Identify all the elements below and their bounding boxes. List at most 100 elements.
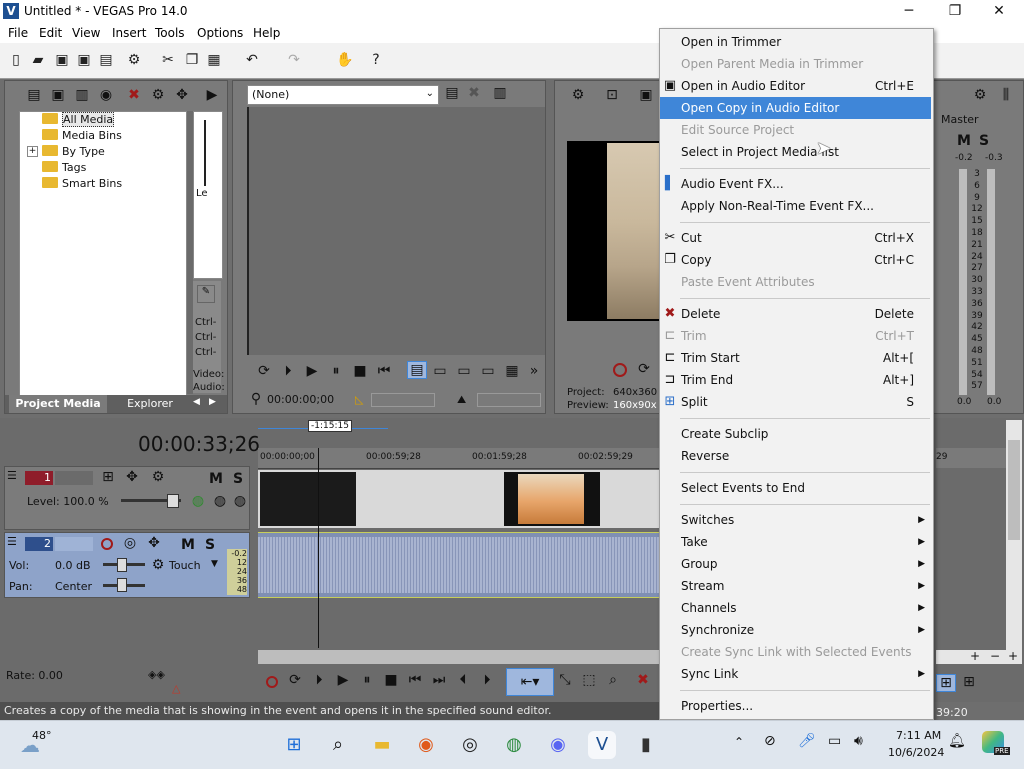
loop-icon[interactable]: ⟳ bbox=[255, 363, 273, 379]
clock-date[interactable]: 10/6/2024 bbox=[888, 746, 944, 759]
next-frame-icon[interactable]: ⏵ bbox=[478, 672, 496, 688]
menu-take[interactable]: Take ▶ bbox=[660, 531, 931, 553]
tree-by-type[interactable]: By Type bbox=[42, 144, 105, 159]
search-icon[interactable]: ⌕ bbox=[324, 731, 352, 759]
menu-reverse[interactable]: Reverse bbox=[660, 445, 931, 467]
trimmer-edit-icon[interactable]: ▤ bbox=[443, 85, 461, 101]
menu-group[interactable]: Group ▶ bbox=[660, 553, 931, 575]
save-icon[interactable]: ▣ bbox=[54, 52, 70, 68]
menu-open-audio-editor[interactable]: ▣ Open in Audio Editor Ctrl+E bbox=[660, 75, 931, 97]
zoom-tool-icon[interactable]: ⌕ bbox=[604, 672, 622, 688]
menu-split[interactable]: ⊞ Split S bbox=[660, 391, 931, 413]
play-icon[interactable]: ▶ bbox=[203, 87, 221, 103]
close-button[interactable]: ✕ bbox=[976, 0, 1022, 24]
tree-media-bins[interactable]: Media Bins bbox=[42, 128, 122, 143]
play-from-start-icon[interactable]: ⏵ bbox=[279, 363, 297, 379]
render-icon[interactable]: ▤ bbox=[98, 52, 114, 68]
expand-icon[interactable]: + bbox=[27, 146, 38, 157]
undo-icon[interactable]: ↶ bbox=[244, 52, 260, 68]
timeline-vertical-scrollbar[interactable] bbox=[1006, 420, 1022, 652]
vegas-taskbar-icon[interactable]: V bbox=[588, 731, 616, 759]
media-fx-icon[interactable]: ⚙ bbox=[149, 87, 167, 103]
trim-tool-icon[interactable]: ▦ bbox=[503, 363, 521, 379]
tab-scroll-left-icon[interactable]: ◀ bbox=[193, 397, 200, 407]
record-button[interactable] bbox=[266, 676, 278, 688]
discord-icon[interactable]: ◉ bbox=[544, 731, 572, 759]
arm-record-icon[interactable] bbox=[101, 538, 113, 550]
globe-icon[interactable]: ◉ bbox=[97, 87, 115, 103]
preview-settings-icon[interactable]: ⚙ bbox=[569, 87, 587, 103]
menu-create-subclip[interactable]: Create Subclip bbox=[660, 423, 931, 445]
track-2-solo[interactable]: S bbox=[205, 537, 215, 553]
menu-stream[interactable]: Stream ▶ bbox=[660, 575, 931, 597]
delete-icon[interactable]: ✖ bbox=[634, 672, 652, 688]
compositing-icon[interactable]: ◍ bbox=[189, 493, 207, 509]
menu-sync-link[interactable]: Sync Link ▶ bbox=[660, 663, 931, 685]
notification-bell-icon[interactable]: 🔔︎ bbox=[948, 733, 966, 749]
menu-apply-non-realtime-fx[interactable]: Apply Non-Real-Time Event FX... bbox=[660, 195, 931, 217]
more-icon[interactable]: » bbox=[525, 363, 543, 379]
overwrite-icon[interactable]: ▭ bbox=[455, 363, 473, 379]
app-taskbar-icon[interactable]: ▮ bbox=[632, 731, 660, 759]
track-fx-icon[interactable]: ⚙ bbox=[149, 469, 167, 485]
rate-slider-icon[interactable]: ◈◈ bbox=[148, 668, 165, 681]
menu-edit[interactable]: Edit bbox=[39, 26, 62, 40]
open-folder-icon[interactable]: ▰ bbox=[30, 52, 46, 68]
menu-channels[interactable]: Channels ▶ bbox=[660, 597, 931, 619]
selection-tool-icon[interactable]: ⬚ bbox=[580, 672, 598, 688]
automation-icon[interactable]: ⚙ bbox=[149, 557, 167, 573]
track-2-name[interactable] bbox=[55, 537, 93, 551]
master-settings-icon[interactable]: ⚙ bbox=[971, 87, 989, 103]
video-event-1[interactable] bbox=[260, 472, 356, 526]
volume-icon[interactable]: 🔊︎ bbox=[854, 733, 863, 749]
tray-expand-icon[interactable]: ⌃ bbox=[734, 735, 744, 749]
previous-frame-icon[interactable]: ⏴ bbox=[454, 672, 472, 688]
add-to-timeline-icon[interactable]: ▤ bbox=[407, 361, 427, 379]
properties-gear-icon[interactable]: ⚙ bbox=[126, 52, 142, 68]
preview-loop-icon[interactable]: ⟳ bbox=[635, 361, 653, 377]
menu-copy[interactable]: ❐ Copy Ctrl+C bbox=[660, 249, 931, 271]
track-1-name[interactable] bbox=[55, 471, 93, 485]
track-2-mute[interactable]: M bbox=[181, 537, 195, 553]
ripple-icon[interactable]: ⊞ bbox=[960, 674, 978, 690]
track-1-mute[interactable]: M bbox=[209, 471, 223, 487]
zoom-in-icon[interactable]: + bbox=[970, 649, 980, 663]
master-mute-button[interactable]: M bbox=[957, 133, 971, 149]
menu-trim-end[interactable]: ⊐ Trim End Alt+] bbox=[660, 369, 931, 391]
trimmer-tools-icon[interactable]: ▥ bbox=[491, 85, 509, 101]
collapse-icon[interactable]: ☰ bbox=[7, 469, 17, 482]
pause-icon[interactable]: ⏸ bbox=[327, 363, 345, 379]
help-icon[interactable]: ? bbox=[368, 52, 384, 68]
menu-audio-event-fx[interactable]: ▌ Audio Event FX... bbox=[660, 173, 931, 195]
zoom-fit-icon[interactable]: + bbox=[1008, 649, 1018, 663]
copy-icon[interactable]: ❐ bbox=[184, 52, 200, 68]
record-icon[interactable] bbox=[613, 363, 627, 377]
menu-properties[interactable]: Properties... bbox=[660, 695, 931, 717]
chevron-down-icon[interactable]: ▼ bbox=[211, 559, 218, 569]
save-as-icon[interactable]: ▣ bbox=[76, 52, 92, 68]
microphone-icon[interactable]: 🎤︎ bbox=[798, 733, 816, 749]
go-to-start-icon[interactable]: ⏮ bbox=[375, 363, 393, 379]
automation-mode[interactable]: Touch bbox=[169, 559, 201, 572]
preview-split-icon[interactable]: ⊡ bbox=[603, 87, 621, 103]
move-icon[interactable]: ✥ bbox=[173, 87, 191, 103]
import-media-icon[interactable]: ▤ bbox=[25, 87, 43, 103]
tree-all-media[interactable]: All Media bbox=[42, 112, 115, 127]
menu-synchronize[interactable]: Synchronize ▶ bbox=[660, 619, 931, 641]
go-to-end-icon[interactable]: ⏭ bbox=[430, 672, 448, 688]
menu-cut[interactable]: ✂ Cut Ctrl+X bbox=[660, 227, 931, 249]
play-from-start-icon[interactable]: ⏵ bbox=[310, 672, 328, 688]
pause-button[interactable]: ⏸ bbox=[358, 672, 376, 688]
menu-options[interactable]: Options bbox=[197, 26, 243, 40]
menu-insert[interactable]: Insert bbox=[112, 26, 146, 40]
zoom-out-icon[interactable]: − bbox=[990, 649, 1000, 663]
menu-delete[interactable]: ✖ Delete Delete bbox=[660, 303, 931, 325]
firefox-icon[interactable]: ◉ bbox=[412, 731, 440, 759]
tab-project-media[interactable]: Project Media bbox=[9, 395, 107, 413]
trimmer-dropdown[interactable]: (None) ⌄ bbox=[247, 85, 439, 105]
menu-trim-start[interactable]: ⊏ Trim Start Alt+[ bbox=[660, 347, 931, 369]
insert-icon[interactable]: ▭ bbox=[431, 363, 449, 379]
menu-tools[interactable]: Tools bbox=[155, 26, 185, 40]
tree-tags[interactable]: Tags bbox=[42, 160, 86, 175]
normal-edit-tool[interactable]: ⇤▾ bbox=[506, 668, 554, 696]
